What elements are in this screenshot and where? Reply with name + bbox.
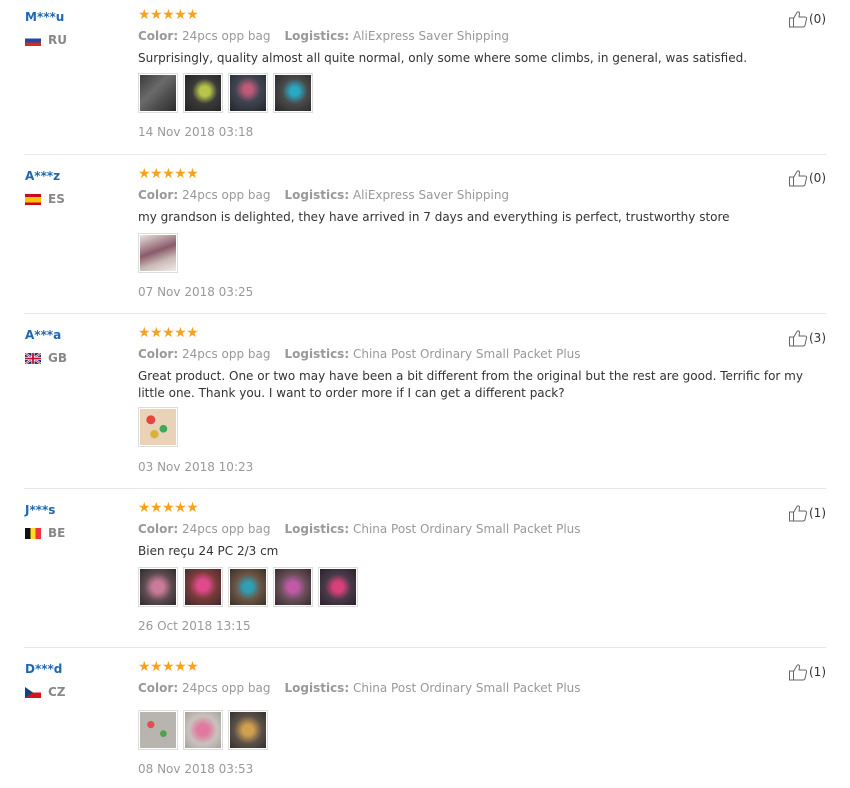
rating-stars: ★★★★★ (138, 166, 199, 182)
review-photo-thumbnail[interactable] (138, 710, 178, 750)
helpful-count: (1) (809, 506, 826, 520)
review-photo-thumbnail[interactable] (183, 567, 223, 607)
review-text: my grandson is delighted, they have arri… (138, 210, 730, 224)
review-date: 08 Nov 2018 03:53 (138, 762, 254, 776)
color-value: 24pcs opp bag (181, 522, 271, 536)
helpful-button[interactable]: (1) (788, 663, 826, 681)
review-date: 14 Nov 2018 03:18 (138, 125, 254, 139)
review-photos (138, 407, 178, 447)
country-code: CZ (48, 685, 66, 699)
review-attributes: Color: 24pcs opp bag Logistics: AliExpres… (138, 188, 509, 202)
color-label: Color: (138, 29, 179, 43)
country-flag-icon (25, 686, 41, 698)
logistics-value: China Post Ordinary Small Packet Plus (352, 681, 581, 695)
color-value: 24pcs opp bag (181, 347, 271, 361)
review-photo-thumbnail[interactable] (138, 73, 178, 113)
logistics-value: AliExpress Saver Shipping (352, 188, 510, 202)
review-photo-thumbnail[interactable] (228, 567, 268, 607)
review-photo-thumbnail[interactable] (228, 73, 268, 113)
rating-stars: ★★★★★ (138, 500, 199, 516)
color-label: Color: (138, 188, 179, 202)
rating-stars: ★★★★★ (138, 659, 199, 675)
review-date: 26 Oct 2018 13:15 (138, 619, 251, 633)
review-divider (24, 313, 826, 314)
color-label: Color: (138, 522, 179, 536)
reviewer-country: CZ (25, 685, 66, 699)
thumbs-up-icon (789, 170, 808, 187)
color-label: Color: (138, 681, 179, 695)
review-photo-thumbnail[interactable] (183, 710, 223, 750)
reviewer-name: M***u (25, 10, 65, 24)
review-attributes: Color: 24pcs opp bag Logistics: AliExpres… (138, 29, 509, 43)
review-photos (138, 567, 358, 607)
review-photo-thumbnail[interactable] (318, 567, 358, 607)
helpful-button[interactable]: (0) (788, 10, 826, 28)
logistics-label: Logistics: (284, 681, 350, 695)
country-code: ES (48, 192, 65, 206)
review-text: Surprisingly, quality almost all quite n… (138, 51, 748, 65)
thumbs-up-icon (789, 505, 808, 522)
country-code: BE (48, 526, 66, 540)
review-photo-thumbnail[interactable] (273, 567, 313, 607)
helpful-count: (1) (809, 665, 826, 679)
review-divider (24, 154, 826, 155)
country-flag-icon (25, 352, 41, 364)
logistics-value: AliExpress Saver Shipping (352, 29, 510, 43)
review-text: Bien reçu 24 PC 2/3 cm (138, 544, 279, 558)
country-flag-icon (25, 34, 41, 46)
logistics-value: China Post Ordinary Small Packet Plus (352, 522, 581, 536)
review-photo-thumbnail[interactable] (138, 567, 178, 607)
review-photo-thumbnail[interactable] (138, 407, 178, 447)
review-photo-thumbnail[interactable] (183, 73, 223, 113)
review-text: Great product. One or two may have been … (138, 369, 803, 400)
thumbs-up-icon (789, 11, 808, 28)
review-photos (138, 233, 178, 273)
logistics-value: China Post Ordinary Small Packet Plus (352, 347, 581, 361)
review-photo-thumbnail[interactable] (228, 710, 268, 750)
thumbs-up-icon (789, 330, 808, 347)
helpful-button[interactable]: (3) (788, 329, 826, 347)
reviewer-country: BE (25, 526, 65, 540)
reviewer-name: J***s (25, 503, 56, 517)
review-divider (24, 647, 826, 648)
logistics-label: Logistics: (284, 522, 350, 536)
reviewer-country: GB (25, 351, 67, 365)
helpful-count: (0) (809, 171, 826, 185)
reviewer-name: A***z (25, 169, 61, 183)
rating-stars: ★★★★★ (138, 7, 199, 23)
review-photos (138, 73, 313, 113)
review-photos (138, 710, 268, 750)
logistics-label: Logistics: (284, 188, 350, 202)
thumbs-up-icon (789, 664, 808, 681)
helpful-count: (3) (809, 331, 826, 345)
color-label: Color: (138, 347, 179, 361)
color-value: 24pcs opp bag (181, 29, 271, 43)
review-photo-thumbnail[interactable] (273, 73, 313, 113)
helpful-button[interactable]: (1) (788, 504, 826, 522)
review-attributes: Color: 24pcs opp bag Logistics: China Pos… (138, 681, 581, 695)
reviewer-country: RU (25, 33, 67, 47)
helpful-count: (0) (809, 12, 826, 26)
reviewer-name: A***a (25, 328, 62, 342)
country-code: RU (48, 33, 67, 47)
color-value: 24pcs opp bag (181, 188, 271, 202)
color-value: 24pcs opp bag (181, 681, 271, 695)
review-photo-thumbnail[interactable] (138, 233, 178, 273)
country-flag-icon (25, 527, 41, 539)
review-divider (24, 488, 826, 489)
reviewer-country: ES (25, 192, 65, 206)
review-attributes: Color: 24pcs opp bag Logistics: China Pos… (138, 522, 581, 536)
logistics-label: Logistics: (284, 29, 350, 43)
reviewer-name: D***d (25, 662, 63, 676)
country-code: GB (48, 351, 67, 365)
review-date: 07 Nov 2018 03:25 (138, 285, 254, 299)
rating-stars: ★★★★★ (138, 325, 199, 341)
review-date: 03 Nov 2018 10:23 (138, 460, 254, 474)
logistics-label: Logistics: (284, 347, 350, 361)
review-attributes: Color: 24pcs opp bag Logistics: China Pos… (138, 347, 581, 361)
country-flag-icon (25, 193, 41, 205)
helpful-button[interactable]: (0) (788, 169, 826, 187)
